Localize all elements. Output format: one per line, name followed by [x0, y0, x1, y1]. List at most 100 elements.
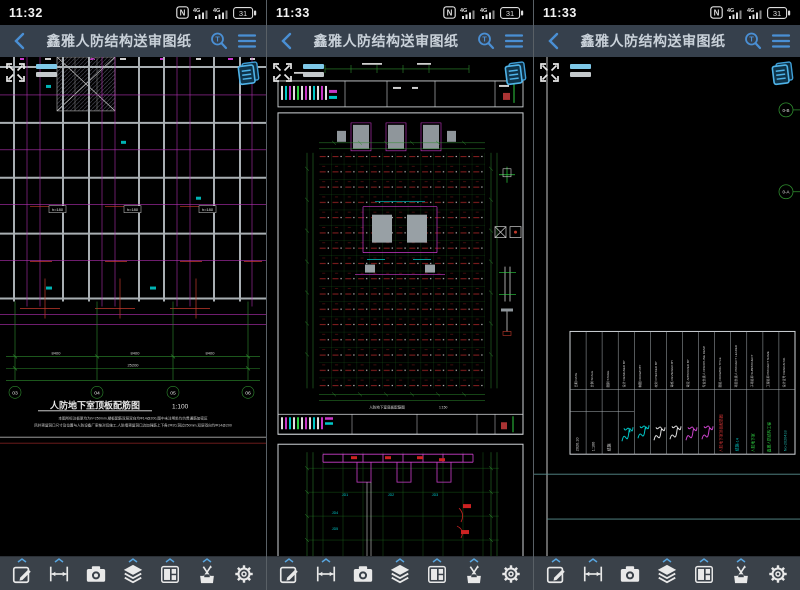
search-text-button[interactable]: T — [474, 29, 498, 53]
battery-icon: 31 — [767, 7, 791, 19]
sheet-list-button[interactable] — [502, 60, 528, 86]
tool-layout[interactable] — [155, 557, 185, 590]
tool-layout[interactable] — [422, 557, 452, 590]
tool-settings[interactable] — [496, 557, 526, 590]
svg-text:N: N — [447, 9, 453, 18]
svg-text:JD5: JD5 — [332, 527, 338, 531]
tool-settings[interactable] — [229, 557, 259, 590]
tool-layout[interactable] — [689, 557, 719, 590]
back-button[interactable] — [274, 29, 298, 53]
svg-text:05: 05 — [170, 390, 176, 396]
layout-icon — [693, 563, 715, 585]
tool-measure[interactable] — [578, 557, 608, 590]
menu-button[interactable] — [769, 29, 793, 53]
clock: 11:33 — [276, 6, 310, 20]
stacked-sheets-icon — [235, 60, 261, 86]
clock: 11:33 — [543, 6, 577, 20]
svg-text:审定 APPROVED BY: 审定 APPROVED BY — [685, 359, 690, 387]
tool-camera[interactable] — [348, 557, 378, 590]
fullscreen-button[interactable] — [5, 62, 26, 83]
back-chevron-icon — [280, 32, 292, 50]
svg-text:结施: 结施 — [606, 443, 611, 451]
expand-arrows-icon — [272, 62, 293, 83]
axis-bubble-label: 0-A — [783, 190, 790, 195]
layer-visibility-toggle[interactable] — [569, 62, 593, 79]
cad-canvas-2[interactable]: 人防地下室底板配筋图 1:150 — [267, 57, 533, 556]
layer-visibility-toggle[interactable] — [302, 62, 326, 79]
tool-markup[interactable] — [192, 557, 222, 590]
tool-camera[interactable] — [615, 557, 645, 590]
svg-text:8400: 8400 — [131, 350, 141, 355]
cad-drawing-sheet-overview[interactable]: 人防地下室底板配筋图 1:150 — [267, 57, 533, 556]
svg-text:8400: 8400 — [206, 350, 216, 355]
search-text-button[interactable]: T — [741, 29, 765, 53]
status-bar: 11:32 N 4G 4G 31 — [0, 0, 266, 25]
cad-canvas-1[interactable]: h=180 h=180 h=180 — [0, 57, 266, 556]
page-title: 鑫雅人防结构送审图纸 — [35, 31, 203, 51]
fullscreen-button[interactable] — [539, 62, 560, 83]
svg-text:人防地下室顶板配筋图: 人防地下室顶板配筋图 — [718, 414, 723, 452]
edit-icon — [278, 563, 300, 585]
svg-text:1:100: 1:100 — [591, 442, 595, 451]
back-button[interactable] — [7, 29, 31, 53]
svg-text:2020.10: 2020.10 — [575, 438, 579, 452]
layers-icon — [122, 563, 144, 585]
phone-screen-3: 11:33 N 4G 4G 31 鑫雅人防结构送审图纸 T — [533, 0, 800, 590]
tool-layers[interactable] — [385, 557, 415, 590]
svg-text:4G: 4G — [747, 8, 754, 14]
tool-markup[interactable] — [726, 557, 756, 590]
cad-drawing-titleblock[interactable]: 0-B 0-A 日期 DATE 比例 SCALE 图别 STA — [534, 57, 800, 556]
svg-text:T: T — [215, 35, 220, 44]
svg-text:T: T — [749, 35, 754, 44]
svg-text:4G: 4G — [460, 8, 467, 14]
menu-button[interactable] — [502, 29, 526, 53]
tool-measure[interactable] — [44, 557, 74, 590]
tool-layers[interactable] — [652, 557, 682, 590]
tool-edit[interactable] — [274, 557, 304, 590]
svg-text:4G: 4G — [727, 8, 734, 14]
svg-text:T: T — [482, 35, 487, 44]
back-button[interactable] — [541, 29, 565, 53]
svg-text:设计 DESIGNED BY: 设计 DESIGNED BY — [621, 360, 626, 387]
tool-settings[interactable] — [763, 557, 793, 590]
axis-bubble-label: 0-B — [783, 108, 790, 113]
menu-button[interactable] — [235, 29, 259, 53]
tool-camera[interactable] — [81, 557, 111, 590]
tool-edit[interactable] — [541, 557, 571, 590]
axis-bubble-labels: 03 04 05 06 — [12, 390, 251, 396]
svg-text:06: 06 — [245, 390, 251, 396]
tool-edit[interactable] — [7, 557, 37, 590]
bottom-toolbar — [267, 556, 533, 590]
search-text-button[interactable]: T — [207, 29, 231, 53]
search-text-icon: T — [209, 31, 229, 51]
drawing-note: 风井预留洞口尺寸及位置与人防设备厂家核对后施工,人防墙预留洞口边加强筋上下各2Φ… — [34, 422, 232, 427]
clock: 11:32 — [9, 6, 43, 20]
sheet-list-button[interactable] — [235, 60, 261, 86]
beam-framing-plan: h=180 h=180 h=180 — [0, 57, 266, 443]
layer-visibility-toggle[interactable] — [35, 62, 59, 79]
phone-screen-1: 11:32 N 4G 4G 31 鑫雅人防结构送审图纸 T — [0, 0, 266, 590]
status-bar: 11:33 N 4G 4G 31 — [534, 0, 800, 25]
signal-icon-sim1: 4G — [460, 7, 476, 19]
svg-text:h=180: h=180 — [52, 207, 64, 212]
search-text-icon: T — [743, 31, 763, 51]
svg-text:31: 31 — [506, 9, 514, 18]
tool-measure[interactable] — [311, 557, 341, 590]
measure-icon — [582, 563, 604, 585]
cad-canvas-3[interactable]: 0-B 0-A 日期 DATE 比例 SCALE 图别 STA — [534, 57, 800, 556]
tool-markup[interactable] — [459, 557, 489, 590]
nav-bar: 鑫雅人防结构送审图纸 T — [267, 25, 533, 57]
tool-layers[interactable] — [118, 557, 148, 590]
svg-text:JD1: JD1 — [342, 493, 348, 497]
cad-drawing-top-slab-plan[interactable]: h=180 h=180 h=180 — [0, 57, 266, 556]
fullscreen-button[interactable] — [272, 62, 293, 83]
status-bar: 11:33 N 4G 4G 31 — [267, 0, 533, 25]
signal-icon-sim1: 4G — [193, 7, 209, 19]
sheet-list-button[interactable] — [769, 60, 795, 86]
stacked-sheets-icon — [769, 60, 795, 86]
nav-bar: 鑫雅人防结构送审图纸 T — [534, 25, 800, 57]
titleblock-sheet: 0-B 0-A 日期 DATE 比例 SCALE 图别 STA — [534, 57, 800, 556]
svg-text:4G: 4G — [480, 8, 487, 14]
bottom-toolbar — [0, 556, 266, 590]
sheet-stack: 人防地下室底板配筋图 1:150 — [278, 63, 523, 556]
